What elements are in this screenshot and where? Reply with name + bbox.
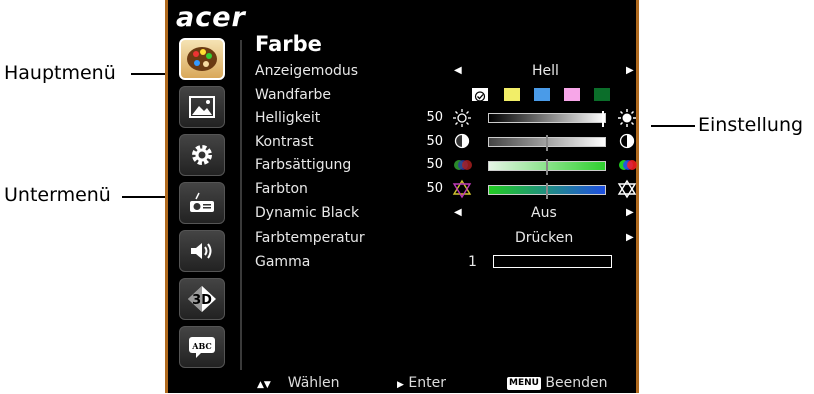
brightness-slider-knob[interactable] bbox=[602, 111, 604, 127]
contrast-value: 50 bbox=[426, 134, 443, 149]
contrast-label: Kontrast bbox=[255, 134, 314, 150]
osd-menu: acer 3D ABC Farbe Anzeigemodus ◀ Hell ▶ … bbox=[165, 0, 639, 393]
acer-logo: acer bbox=[176, 2, 246, 33]
saturation-slider-knob[interactable] bbox=[546, 159, 548, 175]
wall-color-check-icon[interactable] bbox=[472, 88, 488, 102]
select-hint: ▲▼ Wählen bbox=[257, 374, 340, 392]
dynamic-black-label: Dynamic Black bbox=[255, 205, 360, 221]
menu-divider bbox=[240, 40, 242, 370]
hue-low-icon bbox=[452, 179, 472, 203]
menu-key-icon: MENU bbox=[507, 376, 541, 390]
exit-hint-label: Beenden bbox=[545, 375, 608, 391]
brightness-label: Helligkeit bbox=[255, 110, 321, 126]
hue-label: Farbton bbox=[255, 181, 308, 197]
saturation-slider[interactable] bbox=[488, 159, 606, 175]
exit-hint: MENU Beenden bbox=[507, 374, 607, 392]
sun-filled-icon bbox=[617, 108, 637, 132]
arrow-right-icon[interactable]: ▶ bbox=[626, 61, 634, 81]
osd-frame bbox=[165, 0, 639, 393]
callout-line-setting bbox=[651, 125, 695, 127]
enter-hint-label: Enter bbox=[408, 375, 446, 391]
wall-color-swatch-pink[interactable] bbox=[564, 88, 580, 101]
select-hint-label: Wählen bbox=[287, 375, 340, 391]
abc-language-icon[interactable]: ABC bbox=[179, 326, 225, 368]
gamma-value: 1 bbox=[468, 254, 477, 270]
wall-color-swatch-yellow[interactable] bbox=[504, 88, 520, 101]
arrow-left-icon[interactable]: ◀ bbox=[454, 61, 462, 81]
display-mode-label: Anzeigemodus bbox=[255, 63, 359, 79]
contrast-low-icon bbox=[454, 133, 470, 153]
svg-text:3D: 3D bbox=[192, 293, 212, 308]
hue-high-icon bbox=[617, 179, 637, 203]
saturation-low-icon bbox=[452, 157, 474, 176]
enter-hint: ▶ Enter bbox=[397, 374, 446, 392]
svg-text:ABC: ABC bbox=[191, 341, 211, 351]
contrast-slider[interactable] bbox=[488, 135, 606, 151]
saturation-value: 50 bbox=[426, 157, 443, 172]
gear-icon[interactable] bbox=[179, 134, 225, 176]
hue-slider-knob[interactable] bbox=[546, 183, 548, 199]
arrow-right-icon[interactable]: ▶ bbox=[626, 203, 634, 223]
callout-main-menu: Hauptmenü bbox=[4, 62, 116, 84]
image-icon[interactable] bbox=[179, 86, 225, 128]
page-title: Farbe bbox=[255, 32, 322, 56]
display-mode-value[interactable]: Hell bbox=[532, 61, 559, 81]
saturation-label: Farbsättigung bbox=[255, 157, 352, 173]
saturation-high-icon bbox=[617, 157, 639, 176]
wall-color-swatch-blue[interactable] bbox=[534, 88, 550, 101]
enter-arrow-icon: ▶ bbox=[397, 380, 404, 390]
color-temp-label: Farbtemperatur bbox=[255, 230, 365, 246]
color-temp-value[interactable]: Drücken bbox=[515, 228, 573, 248]
up-down-arrow-icon: ▲▼ bbox=[257, 380, 271, 390]
gamma-slider[interactable] bbox=[493, 255, 612, 268]
contrast-high-icon bbox=[619, 133, 635, 153]
palette-icon[interactable] bbox=[179, 38, 225, 80]
sun-outline-icon bbox=[452, 108, 472, 132]
contrast-slider-knob[interactable] bbox=[546, 135, 548, 151]
wall-color-label: Wandfarbe bbox=[255, 87, 332, 103]
wall-color-swatch-green[interactable] bbox=[594, 88, 610, 101]
brightness-slider[interactable] bbox=[488, 111, 606, 127]
callout-setting: Einstellung bbox=[698, 114, 804, 136]
arrow-right-icon[interactable]: ▶ bbox=[626, 228, 634, 248]
hue-value: 50 bbox=[426, 181, 443, 196]
dynamic-black-value[interactable]: Aus bbox=[531, 203, 557, 223]
brightness-value: 50 bbox=[426, 110, 443, 125]
projector-icon[interactable] bbox=[179, 182, 225, 224]
arrow-left-icon[interactable]: ◀ bbox=[454, 203, 462, 223]
gamma-label: Gamma bbox=[255, 254, 311, 270]
callout-sub-menu: Untermenü bbox=[4, 184, 111, 206]
hue-slider[interactable] bbox=[488, 183, 606, 199]
speaker-icon[interactable] bbox=[179, 230, 225, 272]
3d-icon[interactable]: 3D bbox=[179, 278, 225, 320]
